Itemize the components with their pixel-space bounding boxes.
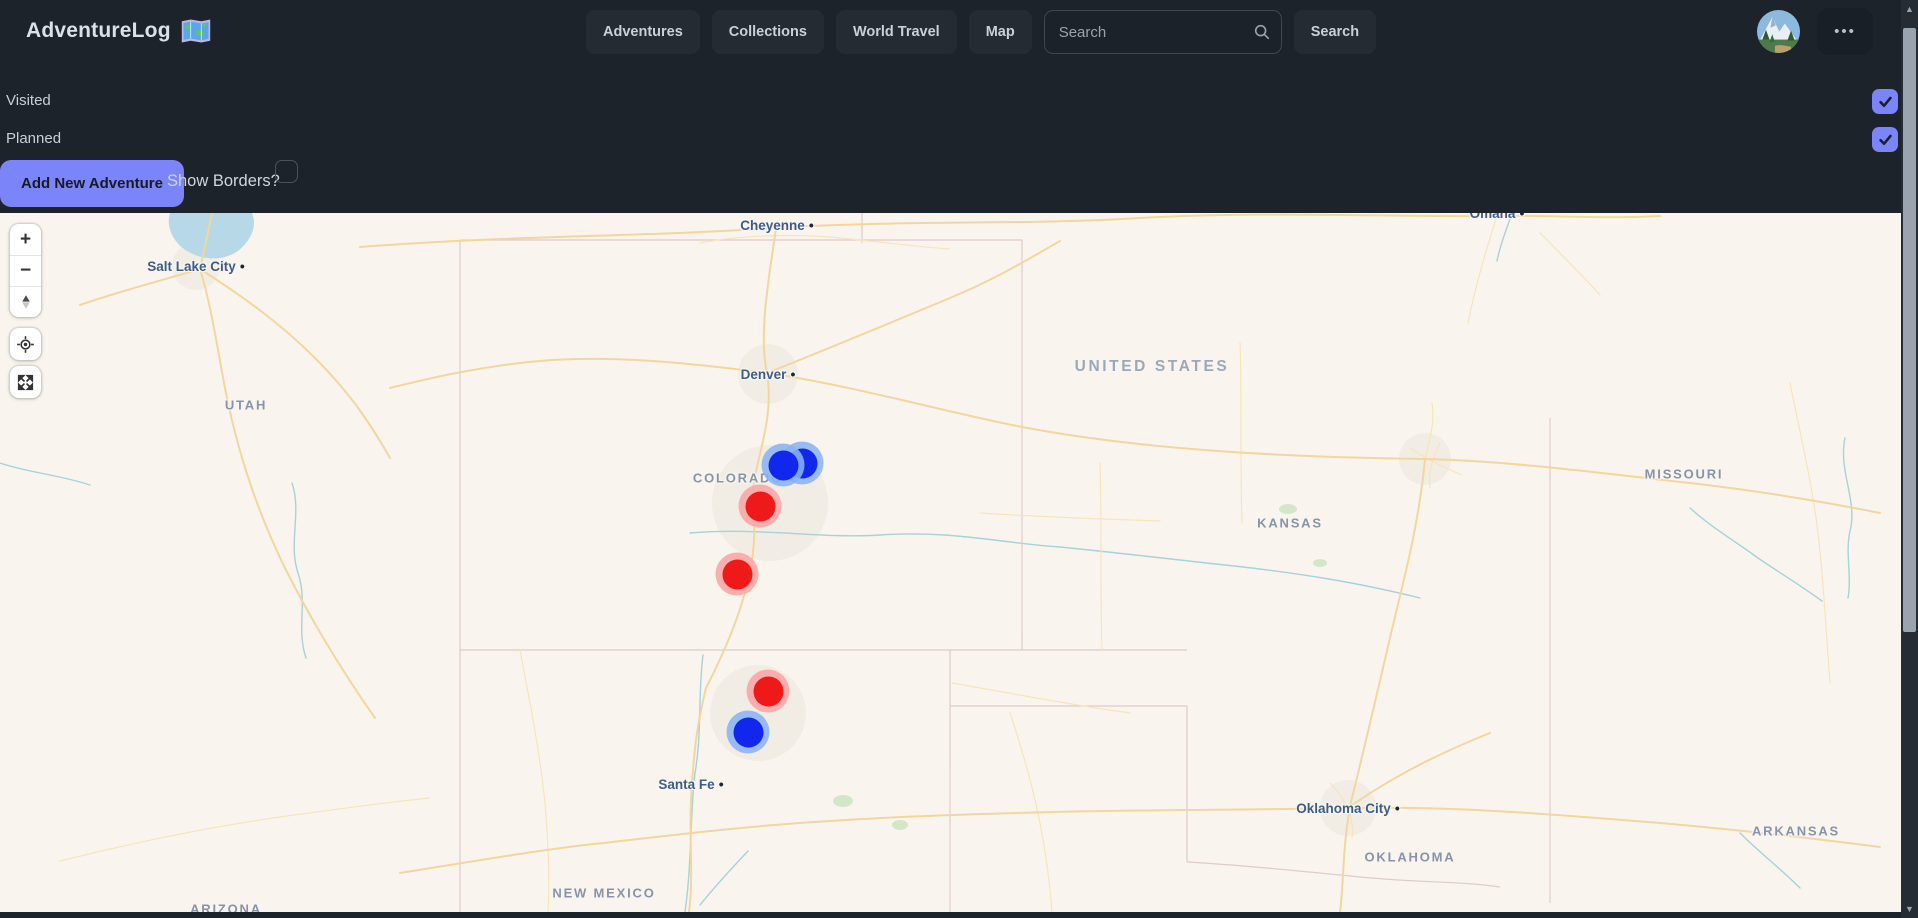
- city-dot: •: [1519, 213, 1524, 221]
- map-state-label-new-mexico: NEW MEXICO: [552, 886, 655, 901]
- show-borders-checkbox[interactable]: [275, 160, 298, 183]
- brand[interactable]: AdventureLog: [26, 18, 212, 44]
- map-basemap-decor: [0, 213, 1901, 912]
- page-scrollbar[interactable]: ▲ ▼: [1901, 0, 1918, 918]
- expand-arrows-icon: [16, 373, 35, 392]
- city-name: Salt Lake City: [147, 259, 236, 274]
- map-state-label-oklahoma: OKLAHOMA: [1365, 850, 1456, 865]
- city-dot: •: [790, 366, 795, 382]
- marker-core: [753, 676, 783, 706]
- nav-link-group: Adventures Collections World Travel Map: [586, 10, 1032, 54]
- nav-links: Adventures Collections World Travel Map Sea…: [586, 10, 1376, 54]
- search-icon: [1253, 23, 1271, 41]
- scroll-up-icon[interactable]: ▲: [1901, 4, 1918, 14]
- marker-core: [745, 491, 775, 521]
- city-dot: •: [1395, 800, 1400, 816]
- map-canvas[interactable]: Cheyenne•Omaha•Salt Lake City•Denver•San…: [0, 213, 1901, 912]
- planned-label: Planned: [6, 130, 61, 147]
- compass-button[interactable]: [10, 286, 41, 317]
- map-city-label-denver: Denver•: [741, 366, 796, 382]
- map-state-label-utah: UTAH: [225, 398, 267, 413]
- map-state-label-missouri: MISSOURI: [1645, 467, 1724, 482]
- map-city-label-santa-fe: Santa Fe •: [658, 776, 723, 792]
- navbar: AdventureLog Adventures Collections World …: [0, 0, 1901, 64]
- map-state-label-kansas: KANSAS: [1257, 516, 1323, 531]
- scroll-down-icon[interactable]: ▼: [1901, 904, 1918, 914]
- marker-core: [722, 559, 752, 589]
- city-dot: •: [809, 217, 814, 233]
- map-city-label-salt-lake-city: Salt Lake City •: [147, 258, 244, 274]
- checkmark-icon: [1877, 93, 1894, 110]
- locate-target-icon: [16, 335, 35, 354]
- scrollbar-thumb[interactable]: [1903, 28, 1916, 632]
- map-marker-red[interactable]: [747, 670, 790, 713]
- search-button[interactable]: Search: [1294, 10, 1376, 54]
- city-dot: •: [240, 258, 245, 274]
- zoom-out-button[interactable]: −: [10, 255, 41, 286]
- city-name: Cheyenne: [740, 218, 805, 233]
- map-marker-red[interactable]: [716, 553, 759, 596]
- ellipsis-icon: •••: [1834, 23, 1856, 40]
- nav-link-collections[interactable]: Collections: [712, 10, 824, 54]
- marker-core: [768, 450, 798, 480]
- add-new-adventure-button[interactable]: Add New Adventure: [0, 160, 184, 207]
- map-marker-blue[interactable]: [762, 444, 805, 487]
- map-marker-red[interactable]: [739, 485, 782, 528]
- checkmark-icon: [1877, 131, 1894, 148]
- search-wrap: [1044, 10, 1282, 54]
- city-dot: •: [719, 776, 724, 792]
- overflow-menu-button[interactable]: •••: [1817, 8, 1873, 55]
- user-avatar[interactable]: [1757, 10, 1800, 53]
- map-city-label-cheyenne: Cheyenne •: [740, 217, 813, 233]
- visited-checkbox[interactable]: [1872, 89, 1898, 114]
- zoom-in-button[interactable]: +: [10, 224, 41, 255]
- geolocate-button[interactable]: [10, 328, 41, 360]
- show-borders-label: Show Borders?: [167, 172, 280, 191]
- nav-link-world-travel[interactable]: World Travel: [836, 10, 957, 54]
- city-name: Omaha: [1470, 213, 1516, 221]
- compass-needle-icon: [17, 293, 35, 311]
- navbar-right: •••: [1757, 8, 1873, 55]
- map-country-label-united-states: UNITED STATES: [1075, 358, 1230, 376]
- map-state-label-arizona: ARIZONA: [190, 902, 262, 913]
- brand-title: AdventureLog: [26, 19, 171, 43]
- nav-link-map[interactable]: Map: [969, 10, 1032, 54]
- city-name: Oklahoma City: [1296, 801, 1391, 816]
- zoom-control-group: + −: [10, 224, 41, 317]
- city-name: Denver: [741, 367, 787, 382]
- planned-checkbox[interactable]: [1872, 127, 1898, 152]
- nav-link-adventures[interactable]: Adventures: [586, 10, 700, 54]
- map-city-label-omaha: Omaha•: [1470, 213, 1525, 221]
- search-input[interactable]: [1044, 10, 1282, 54]
- marker-core: [733, 717, 763, 747]
- visited-label: Visited: [6, 92, 51, 109]
- city-name: Santa Fe: [658, 777, 714, 792]
- map-marker-blue[interactable]: [727, 711, 770, 754]
- map-city-label-oklahoma-city: Oklahoma City •: [1296, 800, 1399, 816]
- mountain-landscape-avatar-icon: [1757, 10, 1800, 53]
- fullscreen-button[interactable]: [10, 366, 41, 398]
- world-map-emoji-icon: [180, 18, 212, 44]
- map-state-label-arkansas: ARKANSAS: [1752, 824, 1840, 839]
